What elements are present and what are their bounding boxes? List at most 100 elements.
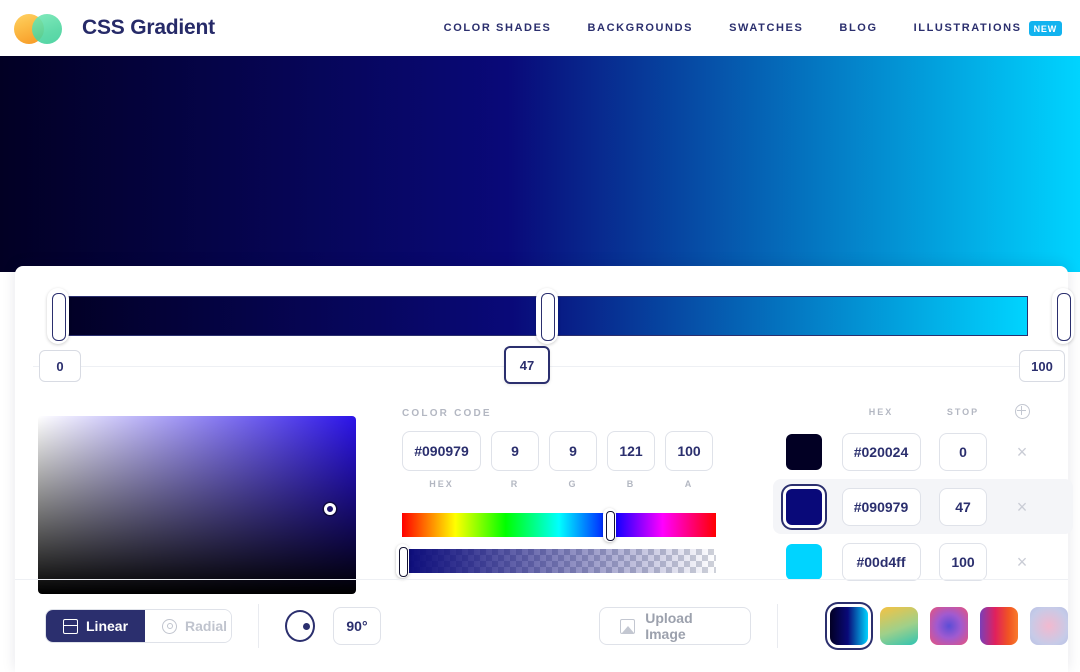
nav-label: ILLUSTRATIONS: [913, 22, 1022, 34]
red-input[interactable]: 9: [491, 431, 539, 471]
linear-toggle-button[interactable]: Linear: [46, 610, 146, 642]
stop-value-input-1[interactable]: 47: [504, 346, 550, 384]
remove-stop-icon-0[interactable]: ×: [1017, 443, 1028, 461]
gradient-stop-handle-0[interactable]: [47, 288, 69, 344]
stop-cell: 47: [927, 487, 999, 526]
gradient-preview-hero: [0, 56, 1080, 272]
add-stop-icon[interactable]: [1014, 403, 1030, 419]
nav-item-blog[interactable]: BLOG: [839, 22, 877, 34]
toolbar-separator-2: [777, 604, 779, 648]
color-stop-row-1[interactable]: #090979 47 ×: [773, 479, 1073, 534]
stop-value-input-0[interactable]: 0: [39, 350, 81, 382]
brand-title: CSS Gradient: [82, 16, 215, 39]
gradient-toolbar: Linear Radial 90° Upload Image: [15, 580, 1069, 672]
blue-input[interactable]: 121: [607, 431, 655, 471]
green-input[interactable]: 9: [549, 431, 597, 471]
new-badge: NEW: [1028, 20, 1062, 36]
blue-field: 121 B: [607, 431, 655, 489]
gradient-type-toggle: Linear Radial: [45, 609, 232, 643]
remove-stop-icon-1[interactable]: ×: [1017, 498, 1028, 516]
action-cell: ×: [999, 553, 1045, 571]
action-cell: ×: [999, 443, 1045, 461]
nav-label: SWATCHES: [729, 22, 804, 34]
site-header: CSS Gradient COLOR SHADES BACKGROUNDS SW…: [0, 0, 1080, 56]
toolbar-separator-1: [257, 604, 259, 648]
color-stop-list-header: HEX STOP: [773, 400, 1073, 424]
radial-gradient-icon: [162, 618, 178, 634]
stop-hex-input-0[interactable]: #020024: [841, 432, 921, 471]
blue-caption: B: [626, 479, 636, 489]
stop-position-input-2[interactable]: 100: [939, 542, 987, 581]
gradient-stop-slider[interactable]: [33, 288, 1074, 344]
radial-toggle-button[interactable]: Radial: [145, 610, 231, 642]
color-code-label: COLOR CODE: [402, 408, 492, 419]
preset-swatch-2[interactable]: [930, 607, 969, 645]
image-icon: [620, 618, 636, 634]
alpha-slider[interactable]: [396, 544, 716, 578]
preset-swatch-3[interactable]: [980, 607, 1019, 645]
hex-cell: #00d4ff: [835, 542, 927, 581]
remove-stop-icon-2[interactable]: ×: [1017, 553, 1028, 571]
radial-label: Radial: [185, 618, 228, 634]
linear-gradient-icon: [63, 618, 78, 634]
hex-field: #090979 HEX: [402, 431, 481, 489]
nav-item-backgrounds[interactable]: BACKGROUNDS: [587, 22, 693, 34]
header-hex: HEX: [868, 407, 894, 417]
upload-image-label: Upload Image: [645, 610, 693, 642]
nav-label: BLOG: [839, 22, 878, 34]
alpha-field: 100 A: [665, 431, 713, 489]
angle-dial[interactable]: [284, 610, 315, 642]
logo-icon: [14, 12, 74, 44]
preset-swatch-0[interactable]: [830, 607, 869, 645]
hex-cell: #020024: [835, 432, 927, 471]
green-caption: G: [568, 479, 578, 489]
nav-label: COLOR SHADES: [443, 22, 552, 34]
color-swatch-0[interactable]: [786, 433, 822, 470]
nav-item-illustrations[interactable]: ILLUSTRATIONS NEW: [913, 20, 1062, 36]
stop-hex-input-1[interactable]: #090979: [841, 487, 921, 526]
preset-swatch-1[interactable]: [880, 607, 919, 645]
action-cell: ×: [999, 498, 1045, 516]
green-field: 9 G: [549, 431, 597, 489]
header-add-cell: [999, 403, 1045, 421]
nav-item-swatches[interactable]: SWATCHES: [729, 22, 803, 34]
alpha-input[interactable]: 100: [665, 431, 713, 471]
hex-input[interactable]: #090979: [402, 431, 481, 471]
hue-slider[interactable]: [402, 508, 716, 542]
angle-dial-handle[interactable]: [302, 623, 310, 630]
hex-cell: #090979: [835, 487, 927, 526]
color-swatch-1[interactable]: [786, 488, 822, 525]
stop-cell: 0: [927, 432, 999, 471]
red-caption: R: [510, 479, 520, 489]
alpha-slider-handle[interactable]: [396, 544, 409, 578]
stop-cell: 100: [927, 542, 999, 581]
app-root: CSS Gradient COLOR SHADES BACKGROUNDS SW…: [0, 0, 1080, 672]
stop-hex-input-2[interactable]: #00d4ff: [841, 542, 921, 581]
gradient-stop-handle-1[interactable]: [536, 288, 558, 344]
brand-logo-link[interactable]: CSS Gradient: [14, 12, 215, 44]
header-stop: STOP: [946, 407, 980, 417]
stop-position-input-1[interactable]: 47: [939, 487, 987, 526]
preset-swatch-4[interactable]: [1030, 607, 1069, 645]
hue-slider-handle[interactable]: [603, 508, 616, 542]
swatch-cell: [773, 543, 835, 580]
stop-position-input-0[interactable]: 0: [939, 432, 987, 471]
color-stop-list: HEX STOP #020024 0 × #090979 47 × #00d4f…: [773, 400, 1073, 589]
angle-input[interactable]: 90°: [332, 607, 382, 645]
gradient-presets: [830, 607, 1069, 645]
swatch-cell: [773, 433, 835, 470]
saturation-value-picker[interactable]: [38, 416, 356, 594]
color-swatch-2[interactable]: [786, 543, 822, 580]
red-field: 9 R: [491, 431, 539, 489]
swatch-cell: [773, 488, 835, 525]
gradient-stop-handle-2[interactable]: [1052, 288, 1074, 344]
hex-caption: HEX: [429, 479, 454, 489]
gradient-editor-card: 0 47 100 COLOR CODE #090979 HEX 9 R 9 G …: [15, 266, 1074, 672]
upload-image-button[interactable]: Upload Image: [599, 607, 752, 645]
stop-value-input-2[interactable]: 100: [1019, 350, 1065, 382]
color-code-inputs: #090979 HEX 9 R 9 G 121 B 100 A: [402, 431, 716, 489]
color-stop-row-0[interactable]: #020024 0 ×: [773, 424, 1073, 479]
color-code-section: COLOR CODE #090979 HEX 9 R 9 G 121 B 100…: [386, 400, 716, 489]
saturation-value-cursor[interactable]: [324, 503, 336, 515]
nav-item-color-shades[interactable]: COLOR SHADES: [444, 22, 552, 34]
